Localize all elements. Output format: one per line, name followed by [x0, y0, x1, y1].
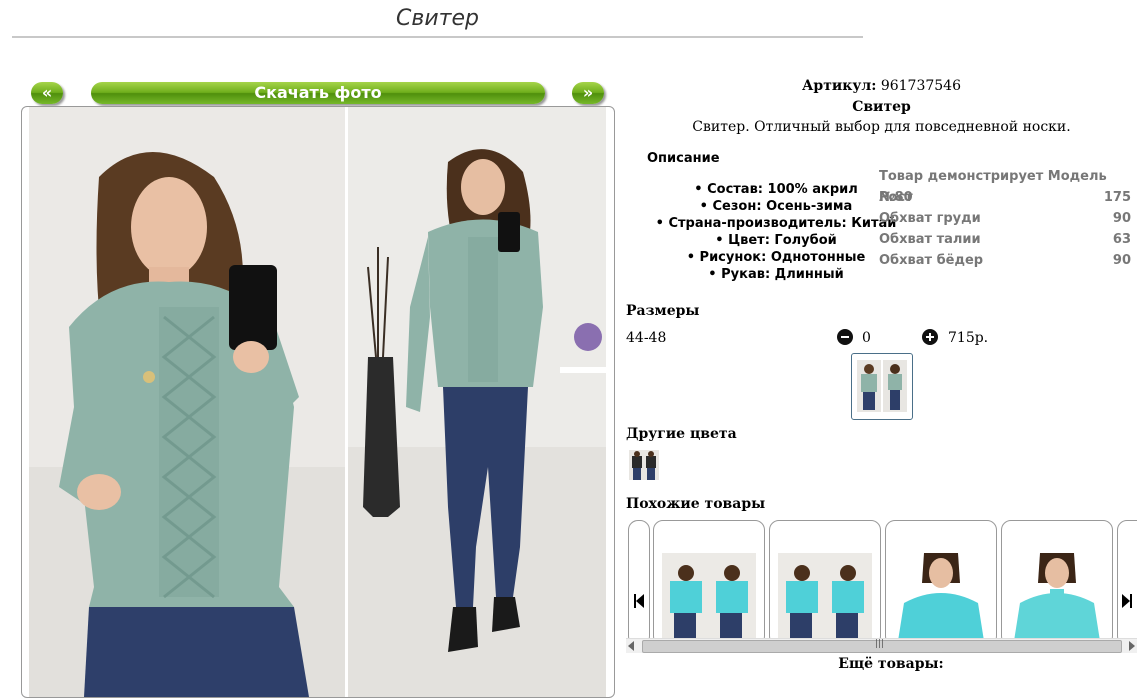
model-row: Товар демонстрирует Модель №80 — [879, 169, 1107, 205]
prev-photo-button[interactable]: « — [31, 82, 63, 104]
similar-product-card[interactable] — [1001, 520, 1113, 646]
plus-circle-icon[interactable] — [922, 329, 938, 345]
product-photo-full[interactable] — [348, 107, 606, 697]
article-value: 961737546 — [880, 78, 961, 94]
scroll-left-arrow-icon[interactable] — [628, 641, 634, 651]
similar-product-card[interactable] — [769, 520, 881, 646]
title-divider — [12, 36, 863, 38]
scroll-right-arrow-icon[interactable] — [1129, 641, 1135, 651]
similar-products-carousel — [626, 518, 1137, 650]
quantity-value: 0 — [862, 330, 871, 346]
price-value: 715р. — [948, 330, 989, 346]
product-short-description: Свитер. Отличный выбор для повседневной … — [692, 119, 1071, 135]
model-row: Обхват талии 63 — [879, 232, 1131, 247]
similar-product-card[interactable] — [628, 520, 650, 646]
skip-previous-icon[interactable] — [634, 593, 644, 609]
scrollbar-grip-icon: ||| — [875, 639, 885, 649]
scrollbar-thumb[interactable]: ||| — [642, 639, 1122, 653]
thumbnail-image — [883, 360, 907, 412]
model-row: Обхват бёдер 90 — [879, 253, 1131, 268]
product-photo-frame — [21, 106, 615, 698]
description-title: Описание — [647, 151, 720, 166]
size-value: 44-48 — [626, 330, 667, 346]
product-image — [778, 553, 872, 641]
more-products-links[interactable] — [700, 674, 1120, 680]
model-measurements: Товар демонстрирует Модель №80 Рост 175 О… — [879, 166, 1131, 271]
carousel-scrollbar[interactable]: ||| — [626, 638, 1137, 653]
other-colors-title: Другие цвета — [626, 426, 737, 442]
model-row: Рост 175 — [879, 190, 1131, 205]
product-image — [1010, 553, 1104, 641]
similar-products-title: Похожие товары — [626, 496, 766, 512]
skip-next-icon[interactable] — [1122, 593, 1132, 609]
article-line: Артикул: 961737546 — [626, 78, 1137, 94]
product-photo-front[interactable] — [29, 107, 345, 697]
size-thumbnail[interactable] — [851, 353, 913, 420]
model-row: Обхват груди 90 — [879, 211, 1131, 226]
similar-product-card[interactable] — [1117, 520, 1137, 646]
color-variant-thumbnail[interactable] — [629, 450, 659, 480]
thumbnail-image — [857, 360, 881, 412]
minus-circle-icon[interactable] — [837, 329, 853, 345]
download-photo-button[interactable]: Скачать фото — [91, 82, 545, 104]
sizes-title: Размеры — [626, 303, 700, 319]
more-products-title: Ещё товары: — [838, 656, 944, 672]
page-title: Свитер — [396, 6, 479, 31]
product-image — [894, 553, 988, 641]
similar-product-card[interactable] — [653, 520, 765, 646]
similar-product-card[interactable] — [885, 520, 997, 646]
product-name: Свитер — [852, 99, 911, 115]
next-photo-button[interactable]: » — [572, 82, 604, 104]
article-label: Артикул: — [802, 78, 877, 94]
product-image — [662, 553, 756, 641]
